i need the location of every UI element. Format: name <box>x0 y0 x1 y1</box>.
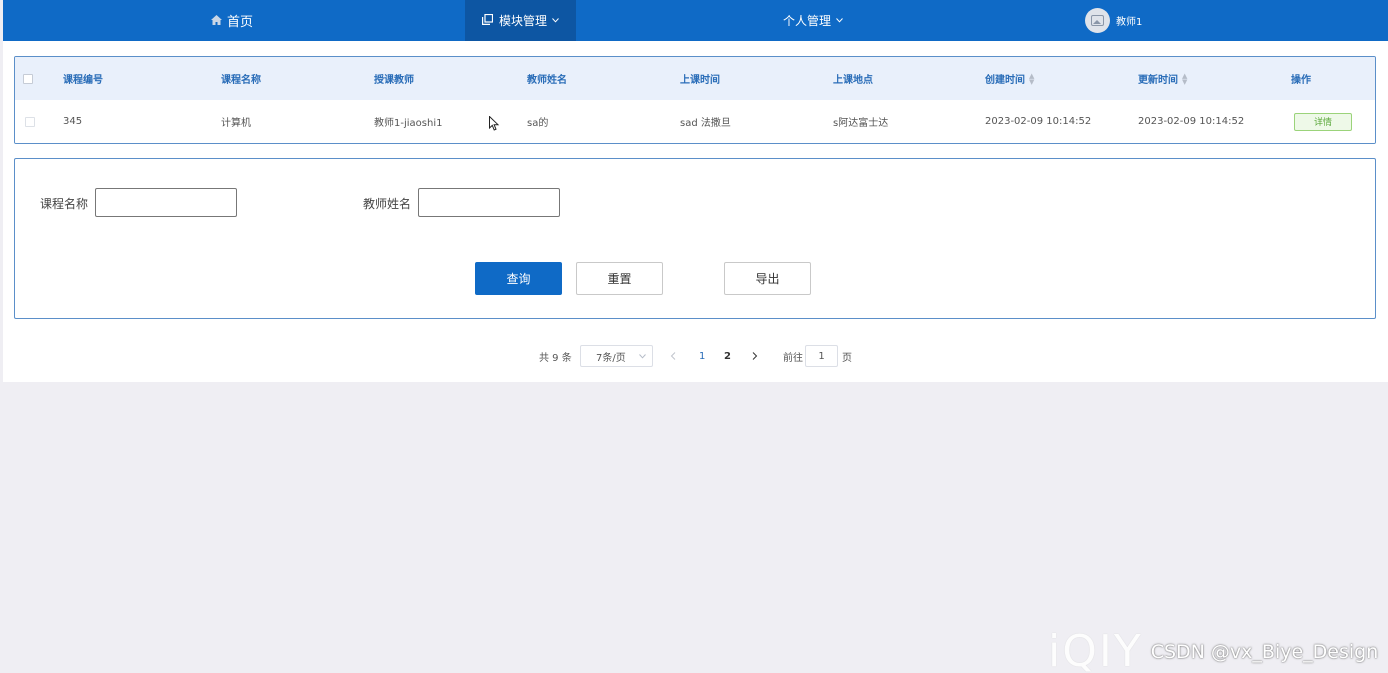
table-header: 课程编号 课程名称 授课教师 教师姓名 上课时间 上课地点 创建时间 ▲ ▼ 更新… <box>15 57 1375 100</box>
main-content: 课程编号 课程名称 授课教师 教师姓名 上课时间 上课地点 创建时间 ▲ ▼ 更新… <box>3 41 1388 382</box>
header-course-no: 课程编号 <box>63 75 103 86</box>
goto-prefix: 前往 <box>783 352 803 364</box>
top-nav: 首页 模块管理 个人管理 教师1 <box>3 0 1388 41</box>
user-menu[interactable]: 教师1 <box>1085 0 1142 41</box>
cell-course-name: 计算机 <box>221 118 251 129</box>
chevron-down-icon <box>552 16 559 26</box>
user-name: 教师1 <box>1116 17 1143 28</box>
course-name-input[interactable] <box>95 188 237 217</box>
sort-icon[interactable]: ▲ ▼ <box>1029 72 1034 85</box>
nav-personal-management[interactable]: 个人管理 <box>783 0 843 41</box>
watermark: iQIY CSDN @vx_Biye_Design <box>1048 626 1379 673</box>
select-all-checkbox[interactable] <box>23 73 33 84</box>
reset-button[interactable]: 重置 <box>576 262 663 295</box>
nav-home-label: 首页 <box>227 15 254 30</box>
cell-teacher-name: sa的 <box>527 118 549 129</box>
page-size-select[interactable]: 7条/页 <box>580 345 653 367</box>
prev-page-icon[interactable] <box>670 345 676 367</box>
cell-course-no: 345 <box>63 116 83 127</box>
export-button[interactable]: 导出 <box>724 262 811 295</box>
next-page-icon[interactable] <box>752 345 758 367</box>
select-all-checkbox-cell[interactable] <box>23 57 33 100</box>
header-updated-at[interactable]: 更新时间 ▲ ▼ <box>1138 57 1187 100</box>
header-class-place: 上课地点 <box>833 75 873 86</box>
header-teacher-name: 教师姓名 <box>527 75 567 86</box>
pagination-total: 共 9 条 <box>539 352 572 364</box>
home-icon <box>211 14 222 28</box>
watermark-logo: iQIY <box>1048 626 1143 673</box>
cell-updated-at: 2023-02-09 10:14:52 <box>1138 116 1245 127</box>
copy-icon <box>481 13 494 28</box>
search-panel: 课程名称 教师姓名 查询 重置 导出 <box>14 158 1376 319</box>
header-created-at-label: 创建时间 <box>985 75 1025 86</box>
cell-teacher-account: 教师1-jiaoshi1 <box>374 118 443 129</box>
header-teacher-account: 授课教师 <box>374 75 414 86</box>
cell-actions: 详情 <box>1294 100 1352 143</box>
chevron-down-icon <box>639 351 646 362</box>
query-button[interactable]: 查询 <box>475 262 562 295</box>
chevron-down-icon <box>836 16 843 26</box>
row-checkbox[interactable] <box>25 116 35 127</box>
detail-button[interactable]: 详情 <box>1294 112 1352 131</box>
course-table: 课程编号 课程名称 授课教师 教师姓名 上课时间 上课地点 创建时间 ▲ ▼ 更新… <box>14 56 1376 144</box>
mouse-cursor-icon <box>489 115 500 134</box>
nav-personal-label: 个人管理 <box>783 14 832 28</box>
avatar[interactable] <box>1085 8 1110 33</box>
header-course-name: 课程名称 <box>221 75 261 86</box>
header-actions: 操作 <box>1291 75 1311 86</box>
sort-icon[interactable]: ▲ ▼ <box>1182 72 1187 85</box>
cell-class-time: sad 法撒旦 <box>680 118 731 129</box>
header-updated-at-label: 更新时间 <box>1138 75 1178 86</box>
page-size-value: 7条/页 <box>596 352 626 364</box>
header-created-at[interactable]: 创建时间 ▲ ▼ <box>985 57 1034 100</box>
header-class-time: 上课时间 <box>680 75 720 86</box>
row-checkbox-cell[interactable] <box>25 100 35 143</box>
table-row: 345 计算机 教师1-jiaoshi1 sa的 sad 法撒旦 s阿达富士达 … <box>15 100 1375 143</box>
cell-class-place: s阿达富士达 <box>833 118 889 129</box>
goto-suffix: 页 <box>842 352 852 364</box>
image-icon <box>1091 15 1104 26</box>
page-1[interactable]: 1 <box>699 345 705 367</box>
teacher-name-input[interactable] <box>418 188 560 217</box>
nav-module-management[interactable]: 模块管理 <box>465 0 576 41</box>
cell-created-at: 2023-02-09 10:14:52 <box>985 116 1092 127</box>
nav-module-label: 模块管理 <box>498 14 547 28</box>
watermark-text: CSDN @vx_Biye_Design <box>1150 640 1379 663</box>
nav-home[interactable]: 首页 <box>211 0 253 41</box>
course-name-label: 课程名称 <box>40 197 89 211</box>
page-2[interactable]: 2 <box>724 345 731 367</box>
pagination: 共 9 条 7条/页 1 2 前往 1 页 <box>3 345 1388 367</box>
goto-page-input[interactable]: 1 <box>805 345 838 367</box>
teacher-name-label: 教师姓名 <box>363 197 412 211</box>
